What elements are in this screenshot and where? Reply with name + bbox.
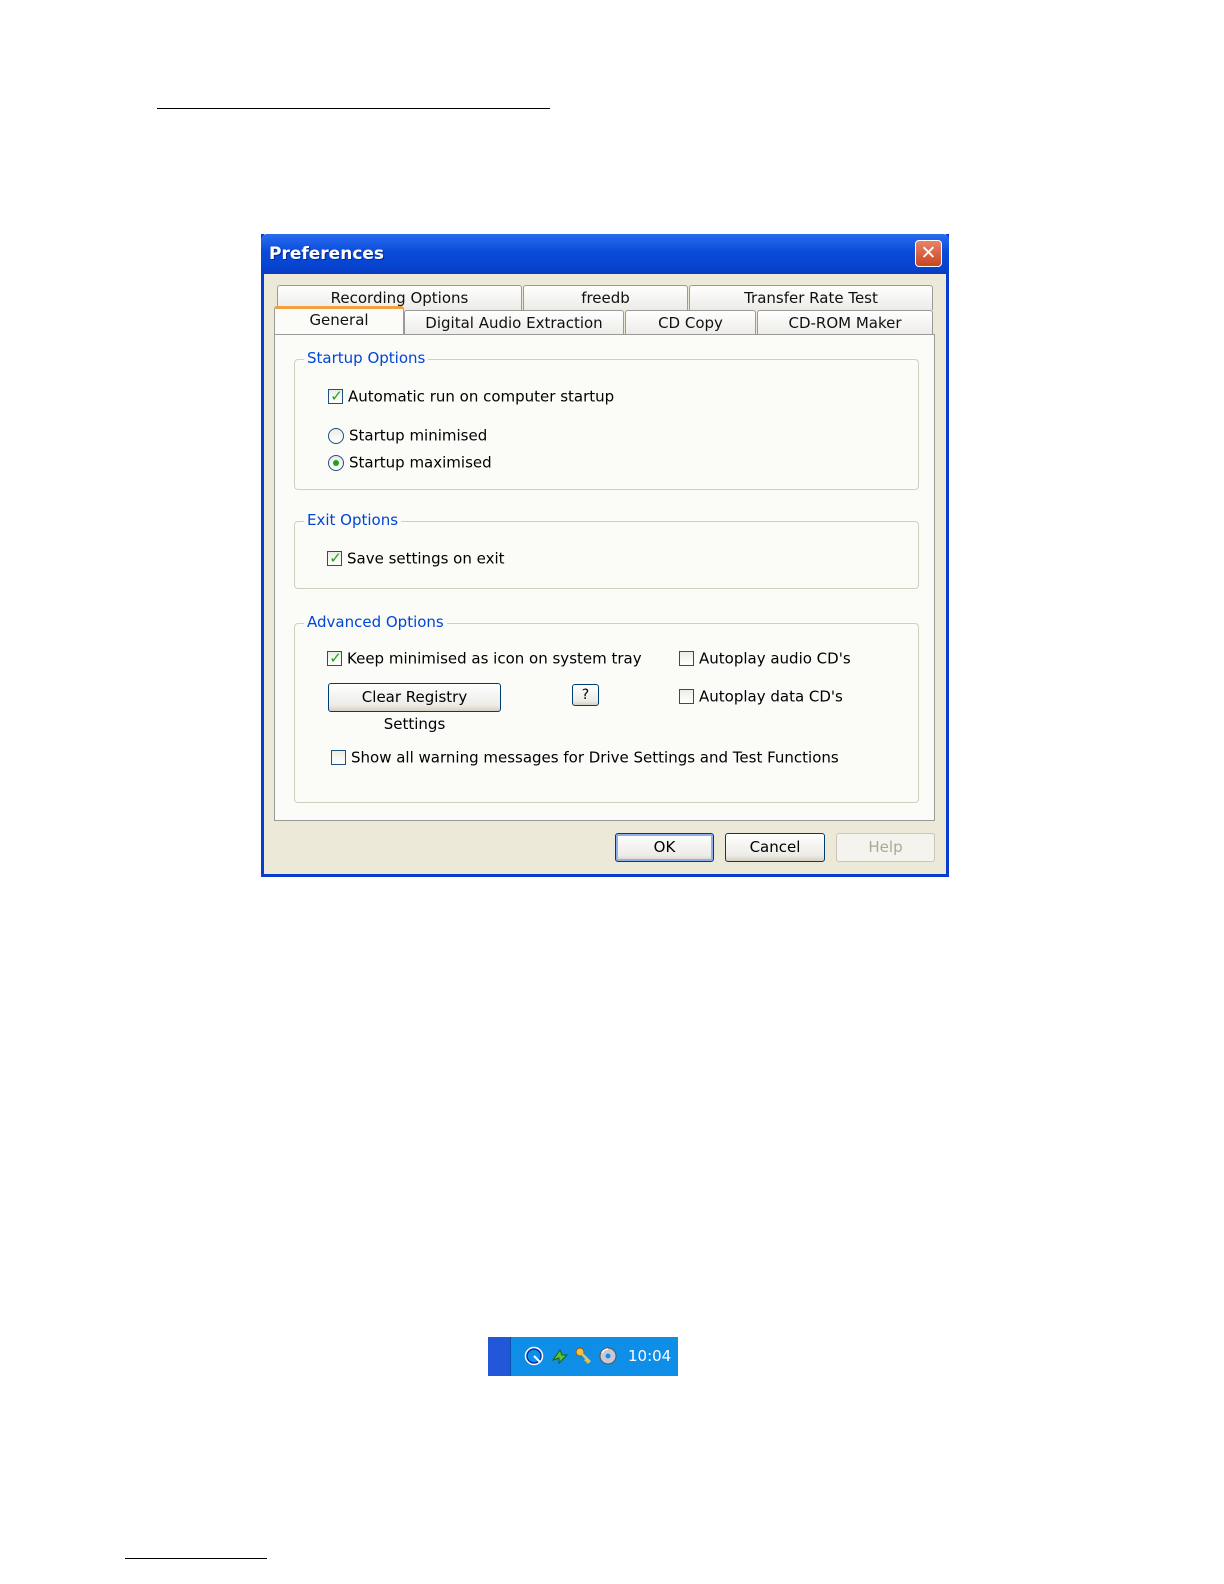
bottom-rule [125, 1558, 267, 1559]
preferences-dialog: Preferences ✕ Recording Options freedb T… [261, 234, 949, 877]
general-tab-panel: Startup Options ✓ Automatic run on comput… [274, 334, 935, 821]
startup-options-title: Startup Options [304, 349, 429, 367]
show-warnings-checkbox[interactable]: Show all warning messages for Drive Sett… [331, 747, 839, 767]
startup-maximised-label: Startup maximised [349, 453, 492, 472]
dialog-title: Preferences [269, 244, 385, 264]
checkbox-unchecked[interactable] [679, 651, 694, 666]
green-arrow-icon[interactable] [550, 1346, 570, 1366]
autoplay-data-checkbox[interactable]: Autoplay data CD's [679, 686, 843, 706]
close-icon: ✕ [920, 242, 937, 264]
checkmark-icon: ✓ [329, 649, 342, 667]
radio-dot-icon [333, 459, 339, 466]
autoplay-audio-label: Autoplay audio CD's [699, 649, 851, 668]
autoplay-audio-checkbox[interactable]: Autoplay audio CD's [679, 648, 851, 668]
checkbox-checked[interactable]: ✓ [327, 649, 342, 667]
save-settings-label: Save settings on exit [347, 549, 505, 568]
checkmark-icon: ✓ [330, 387, 343, 405]
show-warnings-label: Show all warning messages for Drive Sett… [351, 748, 839, 767]
checkmark-icon: ✓ [329, 549, 342, 567]
checkbox-checked[interactable]: ✓ [327, 549, 342, 567]
help-button: Help [836, 833, 935, 862]
clear-registry-button[interactable]: Clear Registry Settings [328, 683, 501, 733]
tray-clock[interactable]: 10:04 [628, 1347, 671, 1365]
blue-swirl-icon[interactable] [524, 1346, 544, 1366]
close-button[interactable]: ✕ [915, 240, 942, 267]
startup-maximised-radio[interactable]: Startup maximised [328, 452, 492, 472]
title-bar[interactable]: Preferences ✕ [261, 234, 949, 274]
advanced-options-title: Advanced Options [304, 613, 447, 631]
tab-cd-copy[interactable]: CD Copy [625, 310, 756, 335]
startup-minimised-label: Startup minimised [349, 426, 488, 445]
checkbox-checked[interactable]: ✓ [328, 387, 343, 405]
top-rule [157, 108, 550, 109]
radio-selected[interactable] [328, 454, 344, 471]
save-settings-checkbox[interactable]: ✓ Save settings on exit [327, 548, 505, 568]
autoplay-data-label: Autoplay data CD's [699, 687, 843, 706]
keep-minimised-label: Keep minimised as icon on system tray [347, 649, 642, 668]
advanced-options-group: Advanced Options ✓ Keep minimised as icon… [294, 613, 919, 803]
cancel-button[interactable]: Cancel [725, 833, 825, 862]
system-tray: 10:04 [488, 1337, 678, 1376]
tab-digital-audio-extraction[interactable]: Digital Audio Extraction [404, 310, 624, 335]
keep-minimised-checkbox[interactable]: ✓ Keep minimised as icon on system tray [327, 648, 642, 668]
keys-icon[interactable] [574, 1346, 594, 1366]
radio-unselected[interactable] [328, 427, 344, 444]
startup-minimised-radio[interactable]: Startup minimised [328, 425, 487, 445]
auto-run-checkbox[interactable]: ✓ Automatic run on computer startup [328, 386, 614, 406]
cd-icon[interactable] [598, 1346, 618, 1366]
exit-options-title: Exit Options [304, 511, 402, 529]
tab-cd-rom-maker[interactable]: CD-ROM Maker [757, 310, 933, 335]
startup-options-group: Startup Options ✓ Automatic run on comput… [294, 349, 919, 490]
taskbar-segment [488, 1337, 511, 1376]
ok-button[interactable]: OK [615, 833, 714, 862]
tab-general[interactable]: General [274, 306, 404, 334]
help-question-button[interactable]: ? [572, 684, 599, 706]
checkbox-unchecked[interactable] [331, 750, 346, 765]
exit-options-group: Exit Options ✓ Save settings on exit [294, 511, 919, 589]
checkbox-unchecked[interactable] [679, 689, 694, 704]
tab-transfer-rate-test[interactable]: Transfer Rate Test [689, 285, 933, 310]
tab-freedb[interactable]: freedb [523, 285, 688, 310]
auto-run-label: Automatic run on computer startup [348, 387, 615, 406]
